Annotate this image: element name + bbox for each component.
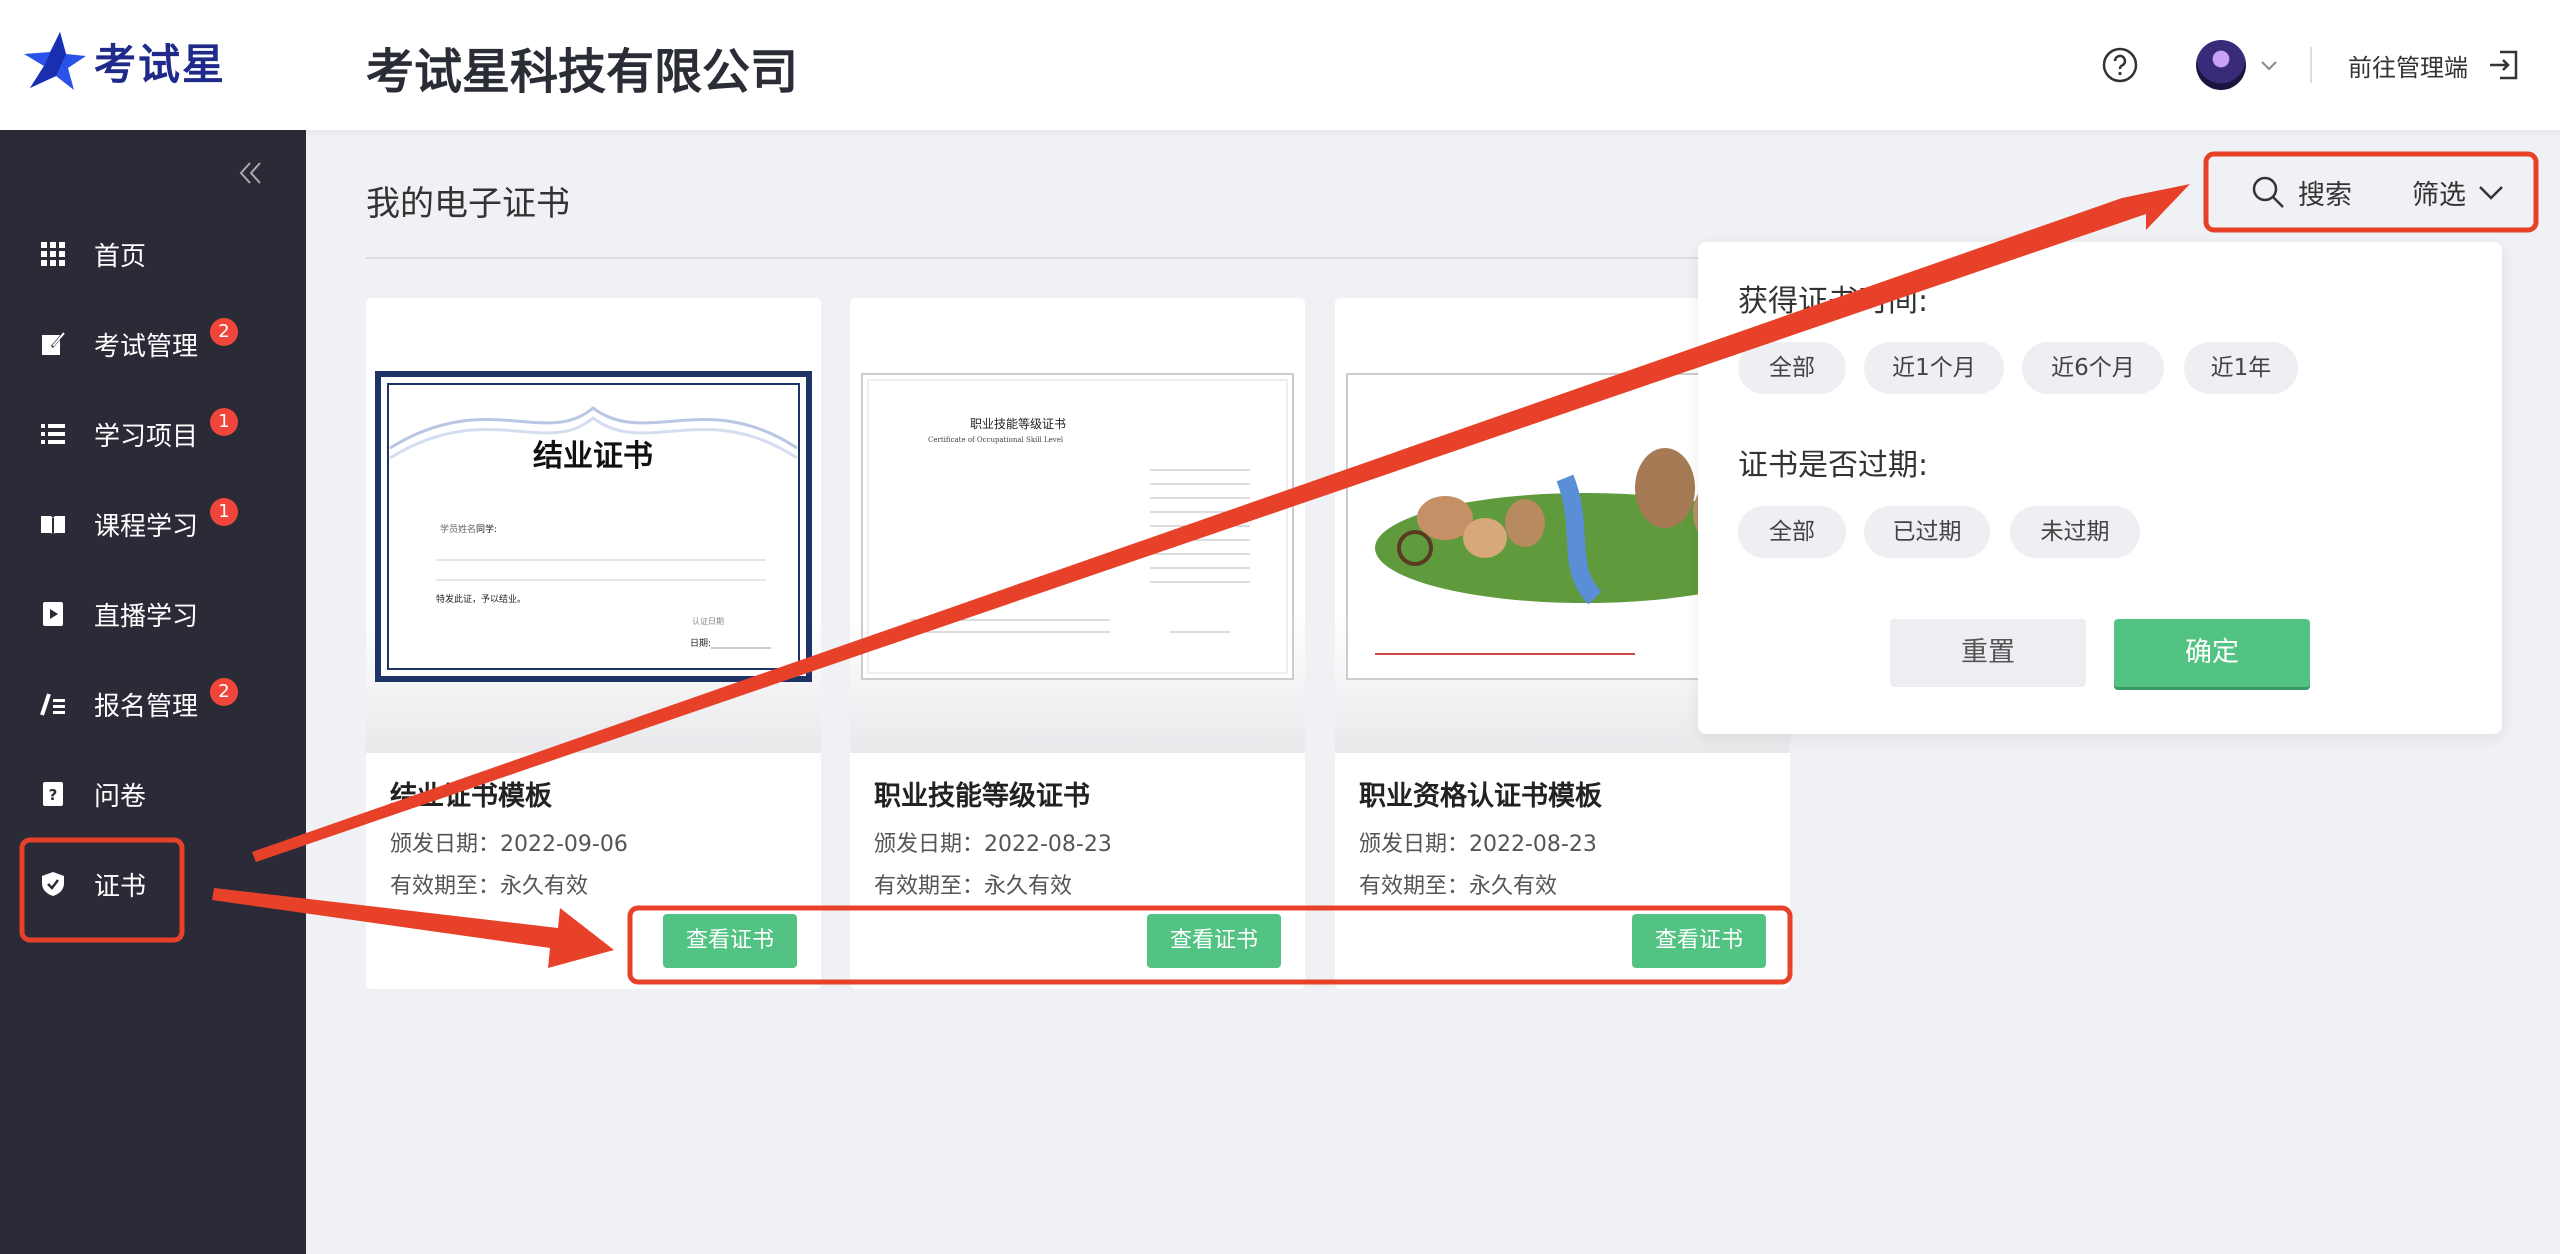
sidebar-item-label: 证书	[94, 871, 147, 902]
thumb-field: 认证日期	[692, 616, 724, 626]
count-badge: 2	[210, 678, 239, 706]
sidebar-item-label: 课程学习	[94, 511, 199, 542]
confirm-button[interactable]: 确定	[2114, 619, 2310, 687]
thumb-field: 日期:	[690, 638, 711, 649]
shield-icon	[42, 872, 64, 896]
sidebar-item-certificate[interactable]: 证书	[0, 854, 306, 914]
certificate-thumbnail[interactable]: 结业证书 学员姓名 同学: 特发此证，予以结业。 认证日期 日期:	[366, 298, 821, 753]
svg-text:?: ?	[49, 786, 58, 804]
certificate-name: 职业资格认证书模板	[1359, 781, 1602, 812]
sidebar: 首页 考试管理 2 学习项目 1 课程学习 1 直播学习 报名管理 2 ? 问卷…	[0, 130, 306, 1254]
expired-option-not-expired[interactable]: 未过期	[2010, 506, 2140, 558]
sidebar-item-home[interactable]: 首页	[0, 224, 306, 284]
valid-until: 有效期至：永久有效	[390, 874, 589, 899]
certificate-card[interactable]: 结业证书 学员姓名 同学: 特发此证，予以结业。 认证日期 日期: 结业证书模板…	[366, 298, 821, 989]
sidebar-item-label: 首页	[94, 241, 147, 272]
time-option-1-month[interactable]: 近1个月	[1864, 342, 2004, 394]
thumb-title: 结业证书	[533, 439, 653, 474]
reset-button[interactable]: 重置	[1890, 619, 2086, 687]
sidebar-item-courses[interactable]: 课程学习 1	[0, 494, 306, 554]
top-header: 考试星 考试星科技有限公司 前往管理端	[0, 0, 2560, 130]
issue-date: 颁发日期：2022-08-23	[1359, 832, 1597, 857]
sidebar-item-live[interactable]: 直播学习	[0, 584, 306, 644]
chevron-down-icon[interactable]	[2258, 54, 2280, 76]
sidebar-item-survey[interactable]: ? 问卷	[0, 764, 306, 824]
sidebar-item-registration[interactable]: 报名管理 2	[0, 674, 306, 734]
question-doc-icon: ?	[43, 782, 63, 806]
issue-date: 颁发日期：2022-09-06	[390, 832, 628, 857]
book-icon	[41, 516, 65, 535]
user-avatar[interactable]	[2196, 40, 2246, 90]
certificate-name: 结业证书模板	[390, 781, 552, 812]
valid-until: 有效期至：永久有效	[1359, 874, 1558, 899]
star-logo-icon	[24, 32, 86, 90]
issue-date: 颁发日期：2022-08-23	[874, 832, 1112, 857]
edit-icon	[42, 332, 65, 355]
live-video-icon	[43, 602, 63, 626]
collapse-icon[interactable]	[236, 158, 266, 188]
filter-popover: 获得证书时间: 全部 近1个月 近6个月 近1年 证书是否过期: 全部 已过期 …	[1698, 242, 2502, 734]
certificate-thumbnail[interactable]: 职业技能等级证书 Certificate of Occupational Ski…	[850, 298, 1305, 753]
page-title: 我的电子证书	[366, 184, 570, 224]
valid-until: 有效期至：永久有效	[874, 874, 1073, 899]
search-icon[interactable]	[2250, 174, 2286, 210]
filter-time-heading: 获得证书时间:	[1738, 284, 1929, 319]
filter-button[interactable]: 筛选	[2412, 173, 2466, 212]
thumb-title: 职业技能等级证书	[970, 417, 1066, 431]
sidebar-item-exam[interactable]: 考试管理 2	[0, 314, 306, 374]
certificate-name: 职业技能等级证书	[874, 781, 1090, 812]
exit-icon[interactable]	[2486, 48, 2520, 82]
search-filter-bar: 搜索 筛选	[2206, 154, 2536, 230]
list-icon	[41, 424, 65, 444]
thumb-field: 学员姓名	[440, 523, 476, 535]
thumb-subtitle: Certificate of Occupational Skill Level	[928, 436, 1064, 444]
app-logo[interactable]: 考试星	[22, 28, 226, 94]
sidebar-item-label: 学习项目	[94, 421, 199, 452]
view-certificate-button[interactable]: 查看证书	[1632, 914, 1766, 968]
view-certificate-button[interactable]: 查看证书	[663, 914, 797, 968]
pen-list-icon	[40, 693, 65, 716]
sidebar-item-label: 直播学习	[94, 601, 199, 632]
help-icon[interactable]	[2100, 45, 2140, 85]
admin-link[interactable]: 前往管理端	[2348, 48, 2468, 83]
sidebar-item-projects[interactable]: 学习项目 1	[0, 404, 306, 464]
thumb-field: 特发此证，予以结业。	[436, 593, 526, 605]
filter-expired-heading: 证书是否过期:	[1738, 448, 1929, 483]
view-certificate-button[interactable]: 查看证书	[1147, 914, 1281, 968]
time-option-6-months[interactable]: 近6个月	[2022, 342, 2164, 394]
certificate-preview-image: 职业技能等级证书 Certificate of Occupational Ski…	[861, 373, 1294, 680]
expired-option-all[interactable]: 全部	[1738, 506, 1846, 558]
sidebar-item-label: 问卷	[94, 781, 147, 812]
time-option-1-year[interactable]: 近1年	[2184, 342, 2298, 394]
count-badge: 1	[210, 498, 239, 526]
company-name: 考试星科技有限公司	[366, 44, 799, 100]
search-button[interactable]: 搜索	[2298, 173, 2352, 212]
sidebar-item-label: 考试管理	[94, 331, 199, 362]
count-badge: 2	[210, 318, 239, 346]
certificate-card[interactable]: 职业技能等级证书 Certificate of Occupational Ski…	[850, 298, 1305, 989]
expired-option-expired[interactable]: 已过期	[1864, 506, 1990, 558]
time-option-all[interactable]: 全部	[1738, 342, 1846, 394]
count-badge: 1	[210, 408, 239, 436]
chevron-down-icon[interactable]	[2476, 177, 2506, 207]
grid-icon	[41, 242, 65, 266]
thumb-field: 同学:	[476, 523, 497, 535]
header-divider	[2310, 47, 2312, 83]
sidebar-item-label: 报名管理	[94, 691, 199, 722]
certificate-preview-image: 结业证书 学员姓名 同学: 特发此证，予以结业。 认证日期 日期:	[375, 371, 812, 682]
logo-text: 考试星	[94, 39, 227, 89]
